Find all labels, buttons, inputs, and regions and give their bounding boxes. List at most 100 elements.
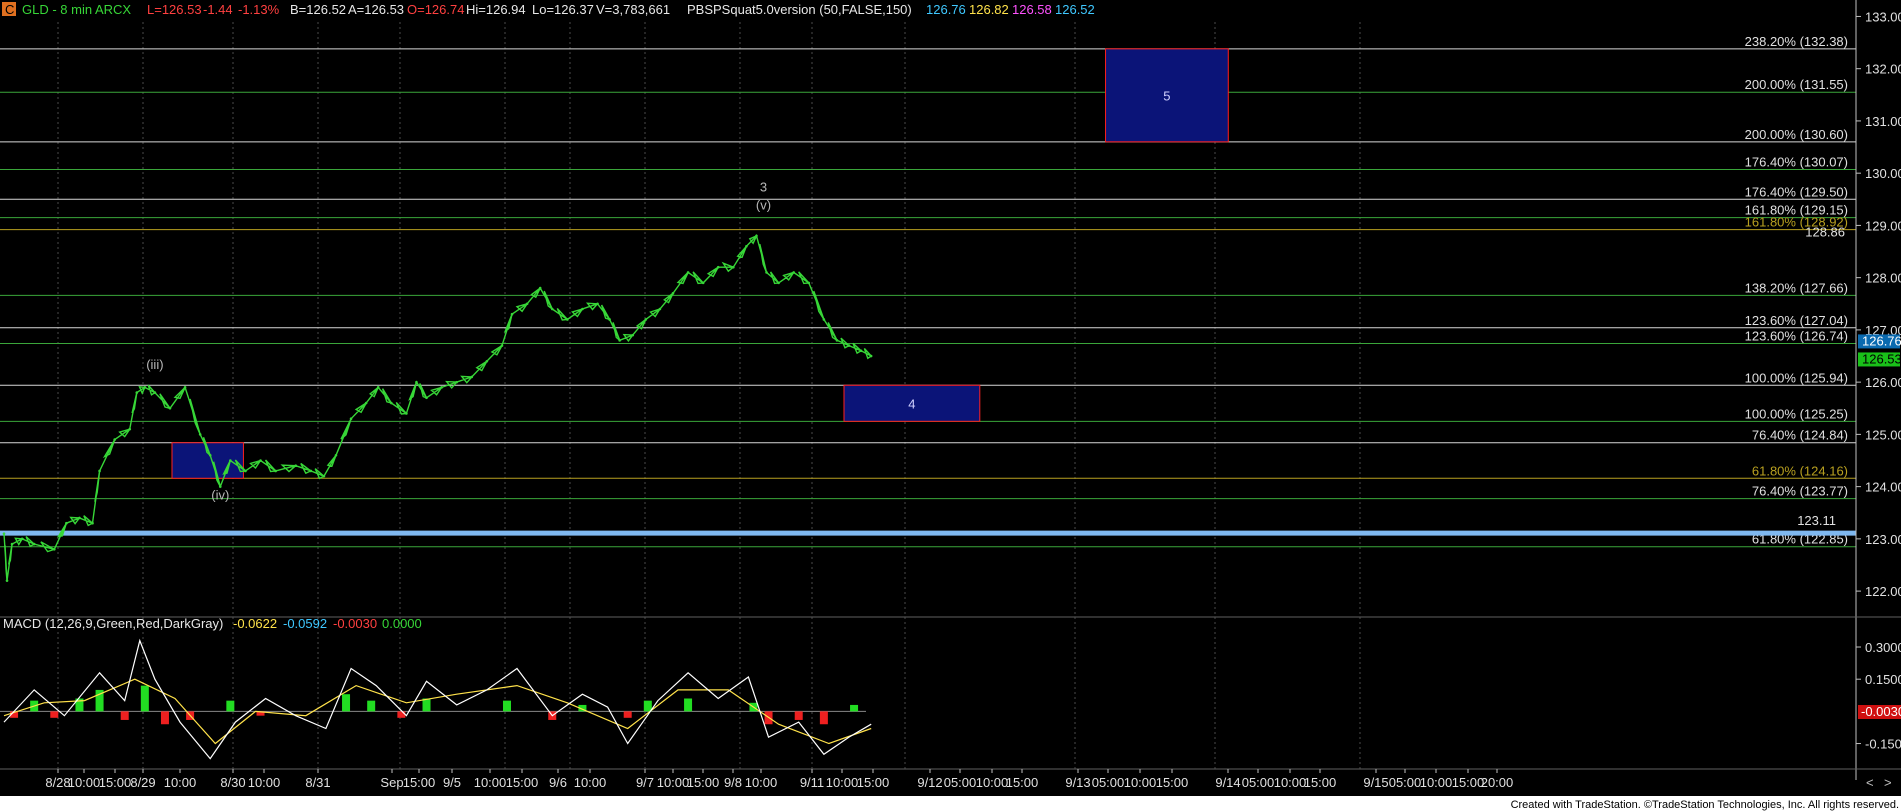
macd-hist-bar	[226, 700, 235, 712]
price-point	[807, 281, 811, 285]
macd-hist-value: -0.0030	[333, 616, 377, 631]
price-point	[78, 516, 81, 520]
x-tick-label: 15:00	[403, 775, 436, 790]
macd-zero-value: 0.0000	[382, 616, 422, 631]
ask: A=126.53	[348, 2, 404, 17]
price-point	[390, 401, 393, 405]
scroll-right-icon: >	[1884, 775, 1892, 790]
price-point	[835, 339, 839, 342]
y-tick-label: 131.00	[1865, 114, 1901, 129]
macd-signal-value: -0.0592	[283, 616, 327, 631]
x-tick-label: 15:00	[857, 775, 890, 790]
fib-level-label: 138.20% (127.66)	[1745, 280, 1848, 295]
study-label: PBSPSquat5.0version (50,FALSE,150)	[687, 2, 912, 17]
price-point	[608, 318, 611, 321]
price-point	[686, 271, 690, 274]
macd-hist-bar	[819, 711, 828, 725]
x-tick-label: 15:00	[1452, 775, 1485, 790]
price-point	[65, 521, 68, 525]
fib-level-label: 61.80% (124.16)	[1752, 463, 1848, 478]
price-point	[415, 380, 418, 384]
macd-hist-bar	[623, 711, 632, 718]
high-marker-label: 128.86	[1805, 225, 1845, 240]
price-point	[671, 292, 675, 295]
x-tick-label: 10:00	[1420, 775, 1453, 790]
x-tick-label: 8/30	[220, 775, 245, 790]
x-tick-label: 9/11	[800, 775, 824, 790]
study-value-4: 126.52	[1055, 2, 1095, 17]
macd-hist-bar	[140, 685, 149, 712]
fib-level-label: 100.00% (125.94)	[1745, 370, 1848, 385]
x-tick-label: 10:00	[826, 775, 859, 790]
fib-level-label: 238.20% (132.38)	[1745, 34, 1848, 49]
price-point	[455, 380, 458, 384]
price-point	[20, 537, 24, 541]
price-point	[581, 307, 584, 311]
chart-badge: C	[5, 2, 14, 17]
fib-level-label: 76.40% (124.84)	[1752, 428, 1848, 443]
macd-y-tick-label: 0.3000	[1865, 640, 1901, 655]
price-point	[52, 548, 56, 551]
price-point	[376, 386, 380, 389]
x-tick-label: 15:00	[99, 775, 132, 790]
price-point	[10, 542, 14, 546]
y-tick-label: 126.00	[1865, 375, 1901, 390]
fib-level-label: 76.40% (123.77)	[1752, 484, 1848, 499]
price-point	[500, 344, 504, 347]
price-point	[525, 302, 529, 306]
symbol-label: GLD - 8 min ARCX	[22, 2, 131, 17]
macd-hist-bar	[397, 711, 406, 718]
macd-hist-bar	[120, 711, 129, 720]
price-point	[128, 427, 132, 431]
study-value-1: 126.76	[926, 2, 966, 17]
x-tick-label: 10:00	[68, 775, 101, 790]
x-tick-label: 10:00	[745, 775, 778, 790]
price-point	[550, 307, 554, 311]
x-tick-label: 15:00	[1156, 775, 1189, 790]
change-percent: -1.13%	[238, 2, 280, 17]
footer-credit: Created with TradeStation. ©TradeStation…	[1511, 799, 1899, 811]
price-point	[755, 234, 758, 238]
price-point	[153, 391, 157, 394]
price-point	[792, 271, 795, 274]
x-tick-label: 20:00	[1481, 775, 1514, 790]
macd-hist-bar	[342, 694, 351, 712]
x-tick-label: 15:00	[1006, 775, 1039, 790]
price-point	[208, 453, 212, 457]
wave-label: (v)	[756, 198, 771, 213]
price-point	[274, 469, 277, 473]
macd-hist-bar	[502, 700, 511, 712]
wave-label: (iv)	[211, 488, 229, 503]
low: Lo=126.37	[532, 2, 594, 17]
x-tick-label: 15:00	[506, 775, 539, 790]
price-point	[716, 265, 720, 269]
fib-level-label: 123.60% (126.74)	[1745, 328, 1848, 343]
price-point	[732, 265, 735, 269]
macd-header: MACD (12,26,9,Green,Red,DarkGray) -0.062…	[3, 616, 422, 631]
price-badge-label: 126.53	[1862, 351, 1901, 366]
price-point	[2, 532, 6, 535]
high: Hi=126.94	[466, 2, 526, 17]
fib-level-label: 100.00% (125.25)	[1745, 406, 1848, 421]
x-tick-label: 9/6	[549, 775, 567, 790]
price-point	[113, 438, 116, 441]
y-tick-label: 133.00	[1865, 9, 1901, 24]
x-tick-label: 8/29	[130, 775, 155, 790]
x-tick-label: 9/8	[724, 775, 742, 790]
macd-hist-bar	[50, 711, 59, 718]
y-tick-label: 122.00	[1865, 584, 1901, 599]
price-point	[135, 391, 139, 394]
x-tick-label: 10:00	[976, 775, 1009, 790]
y-tick-label: 124.00	[1865, 480, 1901, 495]
price-point	[859, 349, 863, 353]
change: -1.44	[203, 2, 233, 17]
macd-hist-bar	[684, 698, 693, 712]
price-point	[869, 354, 873, 358]
price-point	[510, 312, 514, 316]
support-line-label: 123.11	[1797, 513, 1836, 528]
price-point	[644, 318, 648, 321]
x-tick-label: 9/13	[1065, 775, 1090, 790]
macd-hist-bar	[160, 711, 169, 725]
price-point	[425, 396, 428, 400]
x-tick-label: 10:00	[1124, 775, 1157, 790]
